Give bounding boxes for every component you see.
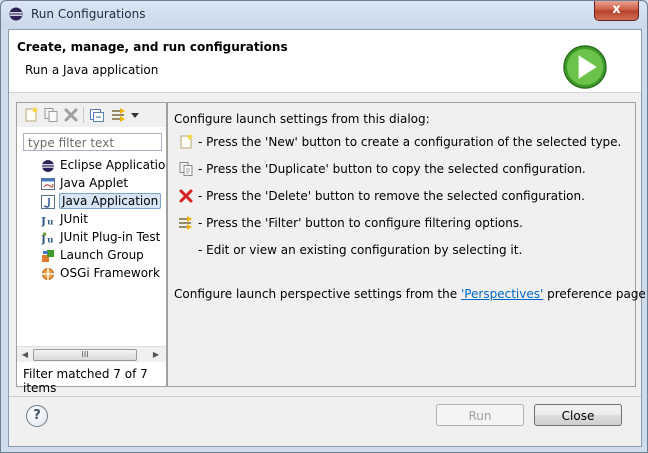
tree-item-eclipse-application[interactable]: Eclipse Application	[23, 157, 166, 175]
tree-item-label: Java Applet	[60, 176, 129, 190]
run-button[interactable]: Run	[436, 404, 524, 426]
junit-icon: J u	[41, 215, 54, 227]
tree-item-label: JUnit	[60, 212, 88, 226]
perspectives-prefix: Configure launch perspective settings fr…	[174, 287, 461, 301]
dialog-body: Create, manage, and run configurations R…	[8, 29, 647, 447]
help-line-delete: - Press the 'Delete' button to remove th…	[198, 189, 585, 203]
help-line-duplicate: - Press the 'Duplicate' button to copy t…	[198, 162, 586, 176]
close-button[interactable]: Close	[534, 404, 622, 426]
help-line-filter: - Press the 'Filter' button to configure…	[198, 216, 523, 230]
tree-item-java-applet[interactable]: Java Applet	[23, 175, 166, 193]
svg-text:u: u	[47, 217, 54, 227]
configuration-help-pane: Configure launch settings from this dial…	[167, 102, 647, 387]
window-title: Run Configurations	[31, 7, 146, 21]
title-bar: Run Configurations x	[1, 1, 647, 29]
collapse-all-icon[interactable]	[89, 107, 105, 123]
toolbar-separator	[83, 107, 84, 123]
tree-item-label: Eclipse Application	[60, 158, 166, 172]
tree-item-label: JUnit Plug-in Test	[60, 230, 161, 244]
view-menu-icon[interactable]	[130, 107, 140, 123]
help-intro: Configure launch settings from this dial…	[174, 112, 430, 126]
dialog-banner: Create, manage, and run configurations R…	[9, 30, 641, 93]
filter-status: Filter matched 7 of 7 items	[23, 367, 148, 395]
tree-toolbar	[17, 103, 166, 127]
run-play-icon	[563, 45, 607, 89]
button-bar-separator	[9, 396, 641, 397]
svg-text:u: u	[47, 235, 54, 245]
launch-group-icon	[42, 250, 54, 262]
perspectives-suffix: preference page.	[543, 287, 648, 301]
scroll-thumb[interactable]: III	[33, 349, 137, 361]
tree-item-junit[interactable]: J u JUnit	[23, 211, 166, 229]
new-config-icon	[180, 134, 193, 149]
perspectives-note: Configure launch perspective settings fr…	[174, 287, 648, 301]
java-app-icon	[41, 195, 55, 209]
filter-icon[interactable]	[111, 107, 127, 123]
configuration-tree-pane: type filter text Eclipse Application Jav…	[16, 102, 167, 395]
osgi-icon	[42, 268, 54, 280]
duplicate-icon[interactable]	[43, 107, 59, 123]
scroll-left-arrow[interactable]: ◀	[19, 349, 31, 360]
eclipse-icon	[9, 7, 23, 21]
filter-input[interactable]: type filter text	[23, 133, 162, 151]
help-line-new: - Press the 'New' button to create a con…	[198, 135, 622, 149]
run-configurations-window: Run Configurations x Create, manage, and…	[0, 0, 648, 453]
tree-item-label: Java Application	[59, 193, 162, 209]
scroll-right-arrow[interactable]: ▶	[150, 349, 162, 360]
banner-title: Create, manage, and run configurations	[17, 40, 288, 54]
banner-subtitle: Run a Java application	[25, 63, 159, 77]
help-button[interactable]: ?	[26, 405, 48, 427]
filter-icon	[179, 216, 192, 230]
delete-icon	[179, 189, 193, 203]
junit-plugin-icon: J u	[41, 232, 54, 245]
eclipse-icon	[42, 160, 54, 172]
applet-icon	[41, 178, 55, 190]
svg-text:J: J	[41, 215, 46, 227]
tree-item-launch-group[interactable]: Launch Group	[23, 247, 166, 265]
new-config-icon[interactable]	[23, 107, 39, 123]
perspectives-link[interactable]: 'Perspectives'	[461, 287, 543, 301]
tree-item-java-application[interactable]: Java Application	[23, 193, 166, 211]
tree-horizontal-scrollbar[interactable]: ◀ III ▶	[17, 346, 166, 362]
window-close-button[interactable]: x	[594, 1, 639, 21]
configuration-tree: Eclipse Application Java Applet Java App…	[23, 157, 166, 283]
tree-item-osgi-framework[interactable]: OSGi Framework	[23, 265, 166, 283]
delete-icon[interactable]	[63, 107, 79, 123]
help-line-edit: - Edit or view an existing configuration…	[198, 243, 523, 257]
tree-item-label: Launch Group	[60, 248, 144, 262]
tree-item-label: OSGi Framework	[60, 266, 160, 280]
tree-item-junit-plug-in-test[interactable]: J u JUnit Plug-in Test	[23, 229, 166, 247]
duplicate-icon	[179, 162, 193, 176]
